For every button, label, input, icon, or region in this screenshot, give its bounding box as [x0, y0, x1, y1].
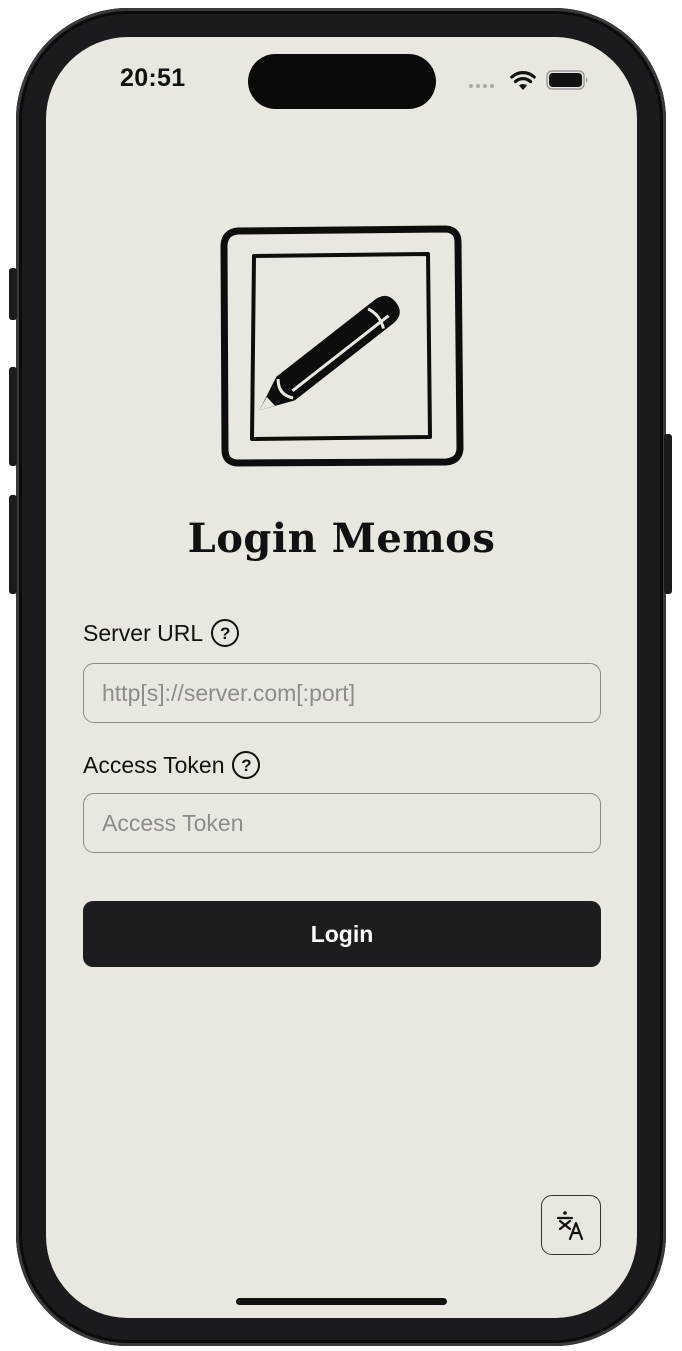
battery-icon — [546, 70, 588, 90]
status-time: 20:51 — [120, 64, 186, 92]
silent-switch — [9, 268, 17, 320]
language-button[interactable] — [541, 1195, 601, 1255]
volume-down-button — [9, 495, 17, 594]
access-token-input[interactable] — [83, 793, 601, 853]
power-button — [664, 434, 672, 594]
login-button[interactable]: Login — [83, 901, 601, 967]
app-screen: 20:51 Login Memos Server URL ? Access To… — [46, 37, 637, 1318]
cellular-signal-icon — [469, 84, 494, 88]
server-url-label-text: Server URL — [83, 619, 204, 646]
page-title: Login Memos — [187, 515, 496, 562]
wifi-icon — [510, 71, 536, 90]
home-indicator[interactable] — [236, 1298, 447, 1305]
dynamic-island — [248, 54, 436, 109]
translate-icon — [556, 1211, 584, 1241]
server-url-input[interactable] — [83, 663, 601, 723]
pencil-in-square-icon — [220, 225, 464, 467]
server-url-help-icon[interactable]: ? — [211, 619, 240, 647]
server-url-label: Server URL ? — [83, 619, 240, 647]
volume-up-button — [9, 367, 17, 466]
access-token-label-text: Access Token — [83, 751, 225, 778]
access-token-label: Access Token ? — [83, 751, 261, 779]
access-token-help-icon[interactable]: ? — [232, 751, 261, 779]
